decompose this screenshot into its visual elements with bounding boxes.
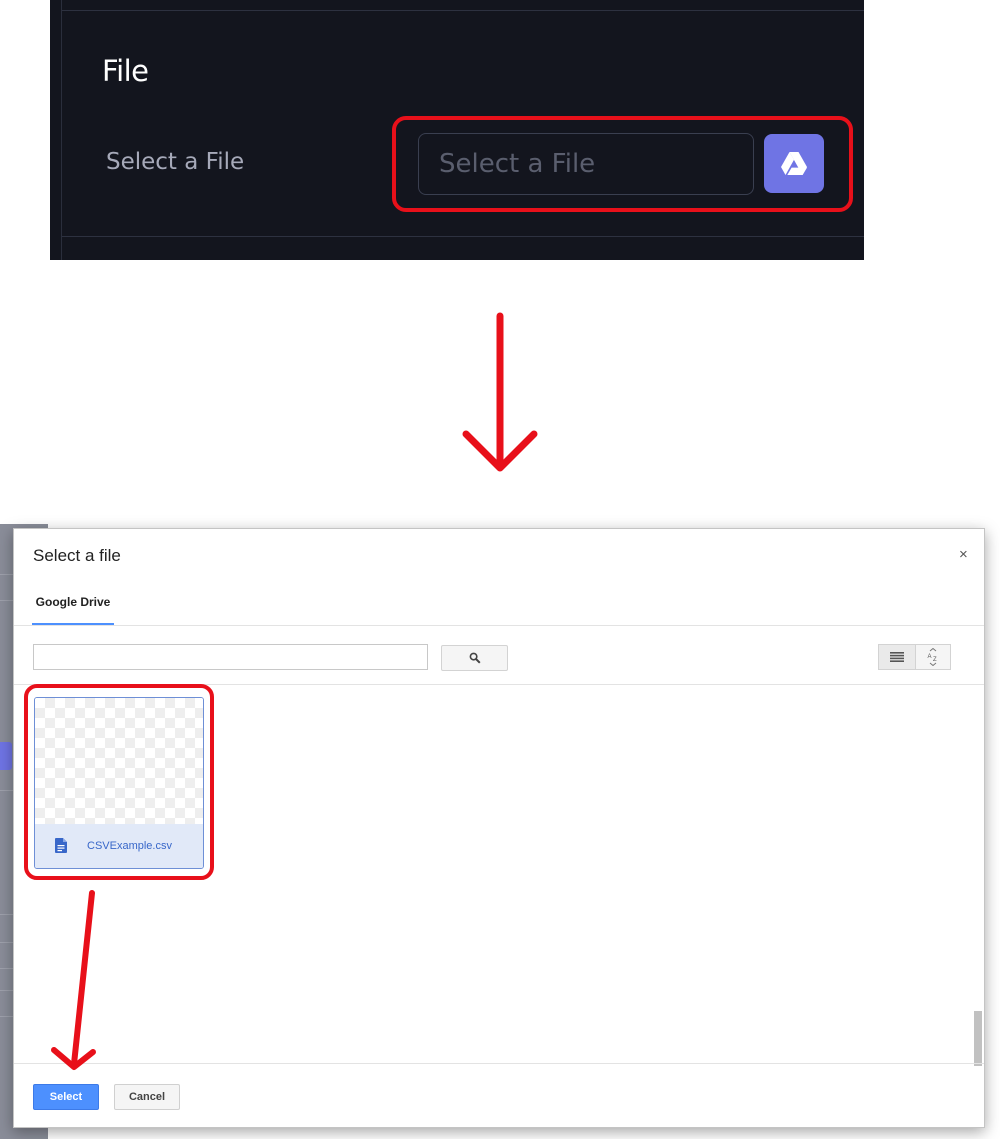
section-title: File: [102, 54, 149, 88]
tab-google-drive[interactable]: Google Drive: [32, 585, 114, 625]
list-view-button[interactable]: [878, 644, 916, 670]
panel-divider-top: [62, 10, 864, 11]
footer-divider: [14, 1063, 984, 1064]
sort-az-icon: A Z: [928, 648, 937, 666]
close-icon[interactable]: ×: [959, 546, 968, 563]
cancel-button[interactable]: Cancel: [114, 1084, 180, 1110]
sort-button[interactable]: A Z: [915, 644, 951, 670]
search-input[interactable]: [33, 644, 428, 670]
svg-text:Z: Z: [933, 657, 937, 663]
down-arrow: [462, 312, 538, 472]
list-view-icon: [890, 652, 904, 662]
scrollbar[interactable]: [974, 1011, 982, 1066]
underlying-drive-button-fragment: [0, 742, 12, 770]
panel-divider-bottom: [62, 236, 864, 237]
file-picker-dialog: Select a file × Google Drive A Z CSVExam…: [13, 528, 985, 1128]
dialog-title: Select a file: [33, 546, 121, 565]
search-button[interactable]: [441, 645, 508, 671]
select-button[interactable]: Select: [33, 1084, 99, 1110]
highlight-box-file: [24, 684, 214, 880]
panel-divider-vertical: [61, 0, 62, 260]
tab-divider: [14, 625, 984, 626]
svg-text:A: A: [928, 654, 932, 660]
file-settings-panel: File Select a File: [50, 0, 864, 260]
search-icon: [469, 652, 481, 664]
select-file-label: Select a File: [106, 149, 245, 175]
highlight-box-input: [392, 116, 853, 212]
